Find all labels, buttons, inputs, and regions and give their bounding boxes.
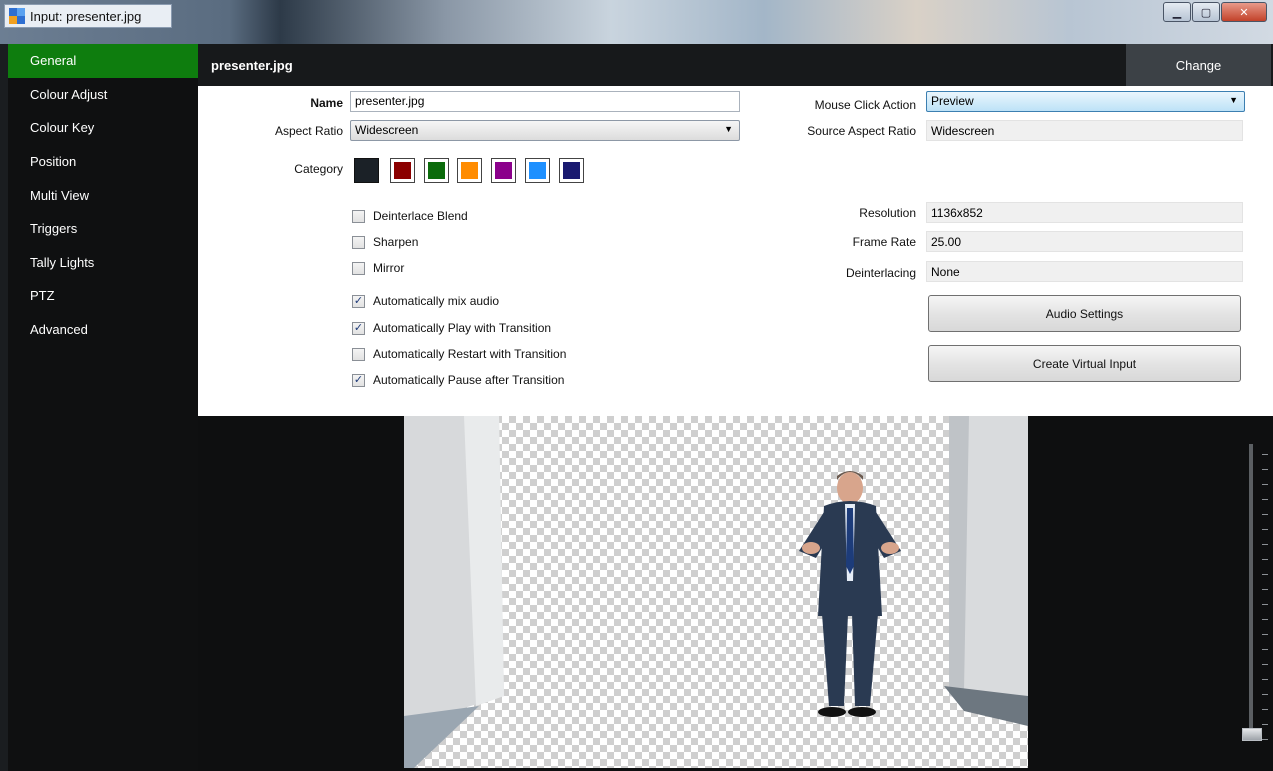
sidebar-item-position[interactable]: Position [8,145,198,179]
checkbox-label: Automatically Restart with Transition [373,347,567,361]
minimize-button[interactable]: ▁ [1163,2,1191,22]
checkbox-label: Mirror [373,261,405,275]
chevron-down-icon: ▼ [1229,95,1238,105]
sidebar-item-label: General [30,53,77,69]
checkbox-label: Sharpen [373,235,419,249]
sidebar-item-label: Advanced [30,322,88,338]
category-color [428,162,445,179]
deinterlacing-label: Deinterlacing [845,266,916,280]
sidebar-item-label: Tally Lights [30,254,95,270]
sidebar-item-label: Colour Key [30,120,95,136]
aspect-ratio-label: Aspect Ratio [274,124,343,138]
category-color [461,162,478,179]
auto-restart-transition-checkbox[interactable]: Automatically Restart with Transition [352,347,566,361]
close-icon: ✕ [1239,6,1249,19]
check-icon: ✓ [352,321,365,335]
checkbox-label: Automatically mix audio [373,294,500,308]
check-icon: ✓ [352,294,365,308]
category-swatch-dark[interactable] [354,158,379,183]
chevron-down-icon: ▼ [724,124,733,134]
volume-scale [1262,440,1268,740]
sidebar-item-colour-key[interactable]: Colour Key [8,111,198,145]
category-swatch-navy[interactable] [559,158,584,183]
sidebar-item-colour-adjust[interactable]: Colour Adjust [8,78,198,112]
sidebar-item-label: Colour Adjust [30,86,108,102]
sidebar-item-triggers[interactable]: Triggers [8,212,198,246]
volume-slider-track[interactable] [1249,444,1253,734]
checkbox-box [352,209,365,223]
title-bar[interactable]: Input: presenter.jpg ▁ ▢ ✕ [0,0,1273,44]
volume-slider-handle[interactable] [1242,728,1262,741]
auto-play-transition-checkbox[interactable]: ✓ Automatically Play with Transition [352,321,551,335]
category-color [495,162,512,179]
mouse-click-action-label: Mouse Click Action [814,98,916,112]
category-swatch-blue[interactable] [525,158,550,183]
sidebar-item-general[interactable]: General [8,44,198,78]
check-icon: ✓ [352,373,365,387]
name-label: Name [310,96,343,110]
minimize-icon: ▁ [1172,6,1182,19]
presenter-figure [799,471,901,717]
source-aspect-ratio-label: Source Aspect Ratio [807,124,916,138]
checkbox-label: Deinterlace Blend [373,209,468,223]
window-title: Input: presenter.jpg [4,4,172,28]
preview-image [404,416,1028,768]
auto-mix-audio-checkbox[interactable]: ✓ Automatically mix audio [352,294,499,308]
frame-rate-label: Frame Rate [852,235,916,249]
category-swatch-purple[interactable] [491,158,516,183]
sidebar-item-ptz[interactable]: PTZ [8,279,198,313]
category-swatch-orange[interactable] [457,158,482,183]
checkbox-label: Automatically Play with Transition [373,321,552,335]
category-swatch-red[interactable] [390,158,415,183]
category-color [563,162,580,179]
maximize-icon: ▢ [1200,6,1212,19]
name-field[interactable]: presenter.jpg [350,91,740,112]
aspect-ratio-value: Widescreen [355,123,419,137]
sidebar: General Colour Adjust Colour Key Positio… [0,44,198,771]
deinterlacing-value: None [926,261,1243,282]
presenter-preview-graphic [404,416,1028,768]
mouse-click-action-value: Preview [931,94,974,108]
general-settings-panel: Name presenter.jpg Aspect Ratio Widescre… [198,86,1273,416]
mouse-click-action-select[interactable]: Preview ▼ [926,91,1245,112]
sidebar-item-advanced[interactable]: Advanced [8,313,198,347]
resolution-value: 1136x852 [926,202,1243,223]
category-swatch-green[interactable] [424,158,449,183]
sidebar-item-label: Triggers [30,221,78,237]
mirror-checkbox[interactable]: Mirror [352,261,404,275]
auto-pause-transition-checkbox[interactable]: ✓ Automatically Pause after Transition [352,373,564,387]
sidebar-item-label: Multi View [30,187,90,203]
checkbox-box [352,347,365,361]
maximize-button[interactable]: ▢ [1192,2,1220,22]
input-name-title: presenter.jpg [211,58,293,73]
close-button[interactable]: ✕ [1221,2,1267,22]
left-floor [404,706,479,768]
sidebar-item-label: Position [30,154,77,170]
sidebar-item-multi-view[interactable]: Multi View [8,178,198,212]
category-label: Category [294,162,343,176]
frame-rate-value: 25.00 [926,231,1243,252]
category-color [355,159,378,182]
category-color [529,162,546,179]
audio-settings-button[interactable]: Audio Settings [928,295,1241,332]
checkbox-box [352,261,365,275]
category-color [394,162,411,179]
checkbox-box [352,235,365,249]
input-header: presenter.jpg Change [198,44,1273,86]
window-controls: ▁ ▢ ✕ [1162,2,1267,22]
create-virtual-input-button[interactable]: Create Virtual Input [928,345,1241,382]
checkbox-label: Automatically Pause after Transition [373,373,565,387]
resolution-label: Resolution [859,206,916,220]
window-title-text: Input: presenter.jpg [30,8,142,24]
change-button[interactable]: Change [1126,44,1271,86]
sidebar-item-label: PTZ [30,288,55,304]
sidebar-item-tally-lights[interactable]: Tally Lights [8,246,198,280]
source-aspect-ratio-value: Widescreen [926,120,1243,141]
sharpen-checkbox[interactable]: Sharpen [352,235,418,249]
aspect-ratio-select[interactable]: Widescreen ▼ [350,120,740,141]
app-logo-icon [9,8,25,24]
deinterlace-blend-checkbox[interactable]: Deinterlace Blend [352,209,468,223]
